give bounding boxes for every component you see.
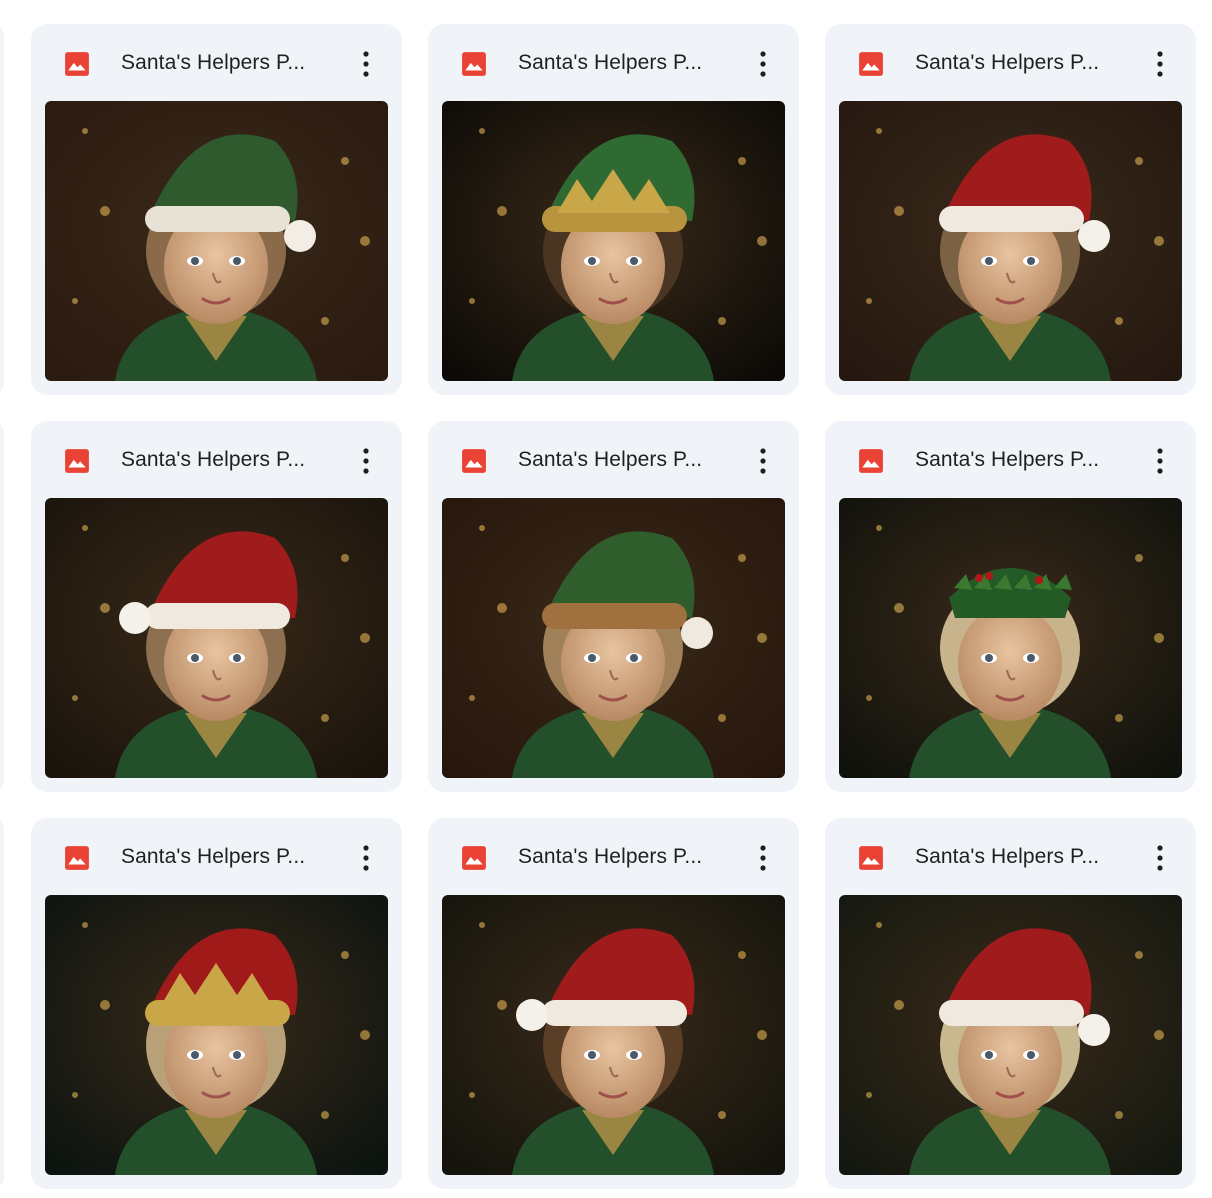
image-file-icon [859,846,883,870]
portrait-image [442,895,785,1175]
file-card[interactable]: Santa's Helpers P... [428,818,799,1189]
image-thumbnail[interactable] [839,895,1182,1175]
file-title[interactable]: Santa's Helpers P... [121,49,331,77]
file-card-header: Santa's Helpers P... [428,24,799,101]
file-title[interactable]: Santa's Helpers P... [915,49,1125,77]
partial-card-left[interactable] [0,24,4,395]
portrait-image [45,498,388,778]
portrait-image [839,498,1182,778]
portrait-image [45,101,388,381]
file-card-header: Santa's Helpers P... [428,421,799,498]
file-title[interactable]: Santa's Helpers P... [121,843,331,871]
file-card[interactable]: Santa's Helpers P... [31,421,402,792]
image-file-icon [859,449,883,473]
image-thumbnail[interactable] [45,895,388,1175]
file-title[interactable]: Santa's Helpers P... [915,446,1125,474]
image-thumbnail[interactable] [839,101,1182,381]
portrait-image [442,101,785,381]
portrait-image [442,498,785,778]
more-vert-icon[interactable] [748,443,778,479]
file-card-header: Santa's Helpers P... [825,421,1196,498]
partial-card-left[interactable] [0,421,4,792]
file-card-header: Santa's Helpers P... [31,24,402,101]
file-title[interactable]: Santa's Helpers P... [915,843,1125,871]
image-file-icon [65,449,89,473]
more-vert-icon[interactable] [351,840,381,876]
image-thumbnail[interactable] [839,498,1182,778]
image-thumbnail[interactable] [442,895,785,1175]
image-thumbnail[interactable] [45,101,388,381]
image-file-icon [462,52,486,76]
partial-card-left[interactable] [0,818,4,1189]
file-card[interactable]: Santa's Helpers P... [31,818,402,1189]
file-title[interactable]: Santa's Helpers P... [518,49,728,77]
image-file-icon [462,846,486,870]
file-title[interactable]: Santa's Helpers P... [518,843,728,871]
image-file-icon [859,52,883,76]
file-card[interactable]: Santa's Helpers P... [428,24,799,395]
more-vert-icon[interactable] [351,443,381,479]
file-title[interactable]: Santa's Helpers P... [518,446,728,474]
file-card[interactable]: Santa's Helpers P... [825,24,1196,395]
file-card[interactable]: Santa's Helpers P... [428,421,799,792]
file-card-header: Santa's Helpers P... [31,818,402,895]
more-vert-icon[interactable] [1145,46,1175,82]
file-card[interactable]: Santa's Helpers P... [825,818,1196,1189]
image-thumbnail[interactable] [442,498,785,778]
file-card-header: Santa's Helpers P... [428,818,799,895]
portrait-image [839,101,1182,381]
image-file-icon [462,449,486,473]
file-card[interactable]: Santa's Helpers P... [825,421,1196,792]
more-vert-icon[interactable] [1145,840,1175,876]
file-card[interactable]: Santa's Helpers P... [31,24,402,395]
more-vert-icon[interactable] [748,46,778,82]
file-grid-page: Santa's Helpers P... Santa's Helpers P...… [0,0,1212,1198]
portrait-image [45,895,388,1175]
file-card-header: Santa's Helpers P... [825,24,1196,101]
image-thumbnail[interactable] [45,498,388,778]
file-card-header: Santa's Helpers P... [31,421,402,498]
file-title[interactable]: Santa's Helpers P... [121,446,331,474]
image-file-icon [65,846,89,870]
image-file-icon [65,52,89,76]
file-grid: Santa's Helpers P... Santa's Helpers P...… [31,24,1196,1189]
file-card-header: Santa's Helpers P... [825,818,1196,895]
more-vert-icon[interactable] [748,840,778,876]
more-vert-icon[interactable] [351,46,381,82]
more-vert-icon[interactable] [1145,443,1175,479]
image-thumbnail[interactable] [442,101,785,381]
portrait-image [839,895,1182,1175]
